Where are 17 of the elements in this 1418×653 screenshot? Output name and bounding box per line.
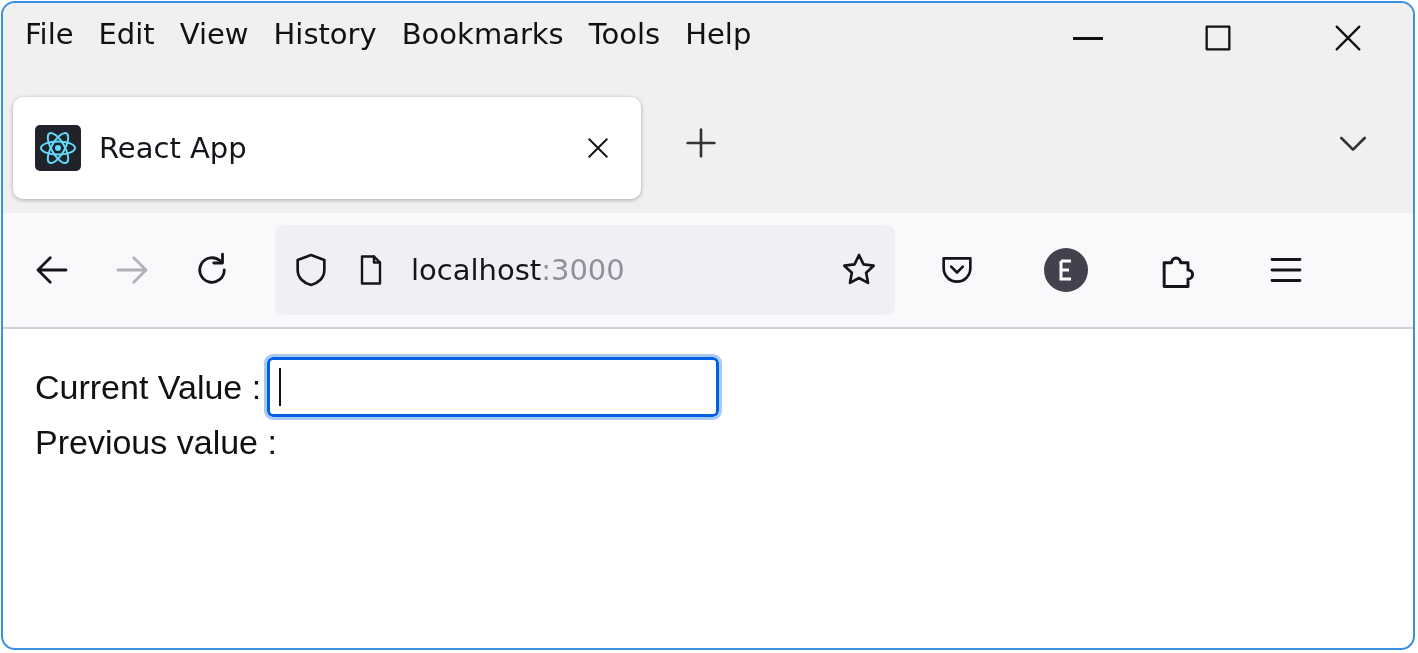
minimize-icon: [1073, 36, 1103, 40]
menu-item[interactable]: File: [23, 17, 83, 59]
menu-item[interactable]: Help: [683, 17, 761, 59]
menu-item[interactable]: Edit: [96, 17, 164, 59]
url-text: localhost:3000: [411, 253, 626, 287]
menu-item[interactable]: Tools: [586, 17, 670, 59]
tab-title: React App: [99, 131, 248, 165]
account-icon: [1043, 247, 1089, 293]
browser-tab[interactable]: React App: [13, 97, 641, 199]
menu-item[interactable]: History: [271, 17, 386, 59]
field-label: Previous value :: [35, 423, 277, 462]
atom-icon: [35, 125, 81, 171]
address-bar[interactable]: localhost:3000: [275, 225, 895, 315]
field-label: Current Value :: [35, 367, 262, 407]
menu-item[interactable]: View: [177, 17, 258, 59]
menu-item[interactable]: Bookmarks: [399, 17, 573, 59]
input-field[interactable]: [267, 357, 720, 417]
